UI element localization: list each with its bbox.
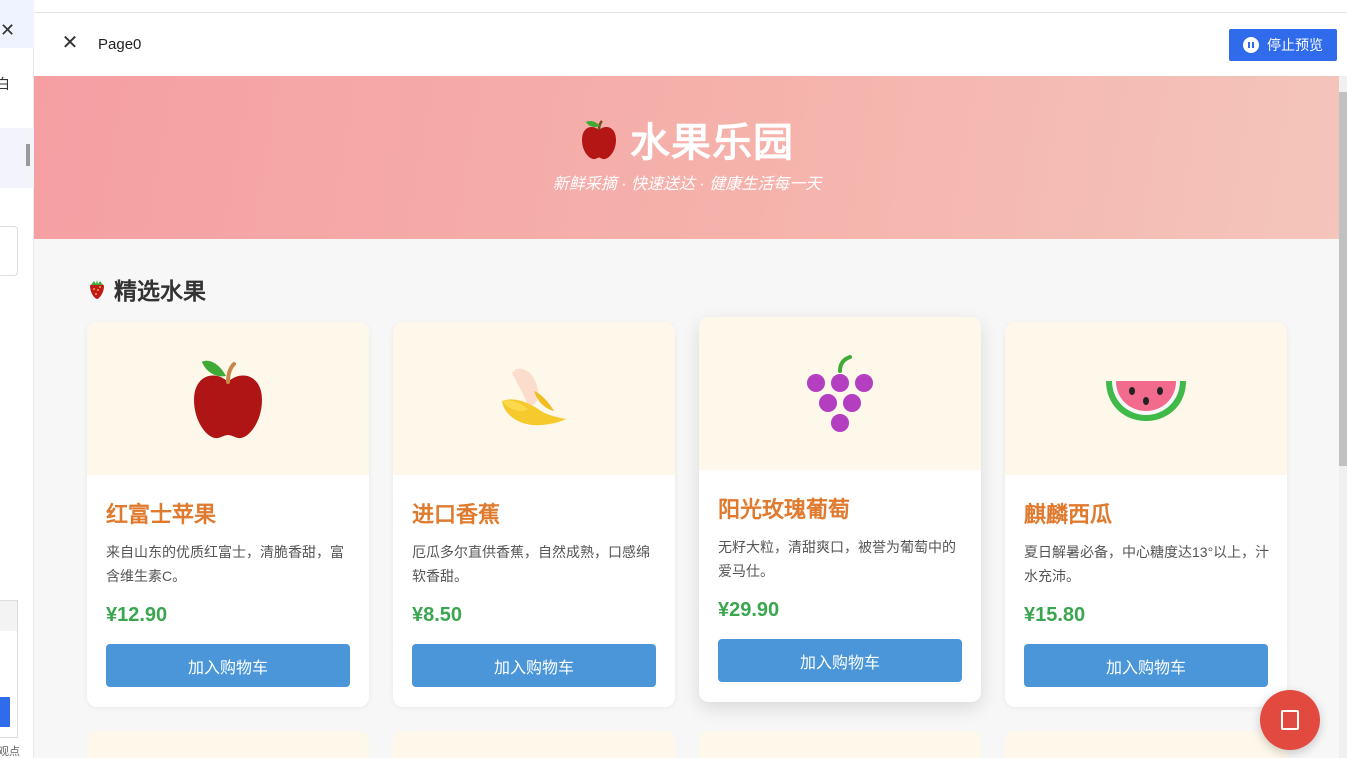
hero-banner: 水果乐园 新鲜采摘 · 快速送达 · 健康生活每一天 <box>34 76 1340 239</box>
background-editor-panel: ✕ 白 观点 <box>0 0 34 758</box>
background-input-box <box>0 226 18 276</box>
section-title: 精选水果 <box>114 278 206 304</box>
hero-subtitle: 新鲜采摘 · 快速送达 · 健康生活每一天 <box>552 176 822 193</box>
pause-icon <box>1243 37 1259 53</box>
cart-fab-button[interactable] <box>1260 690 1320 750</box>
preview-window: ✕ Page0 停止预览 水果乐园 新鲜采摘 · 快速送达 · 健康生活每一天 <box>34 12 1347 758</box>
watermelon-icon <box>1106 380 1186 421</box>
product-card: 进口香蕉 厄瓜多尔直供香蕉，自然成熟，口感绵软香甜。 ¥8.50 加入购物车 <box>393 322 675 707</box>
background-selected-block <box>0 128 34 188</box>
product-card: 红富士苹果 来自山东的优质红富士，清脆香甜，富含维生素C。 ¥12.90 加入购… <box>87 322 369 707</box>
product-description: 无籽大粒，清甜爽口，被誉为葡萄中的爱马仕。 <box>718 539 956 579</box>
background-bottom-text: 观点 <box>0 746 20 758</box>
stop-preview-button[interactable]: 停止预览 <box>1229 29 1337 61</box>
apple-icon <box>194 360 262 438</box>
hero-title-row: 水果乐园 <box>34 110 1340 168</box>
product-name: 进口香蕉 <box>412 502 501 527</box>
product-price: ¥8.50 <box>412 604 463 626</box>
strawberry-icon <box>90 280 104 299</box>
product-name: 麒麟西瓜 <box>1024 502 1113 527</box>
product-card: 阳光玫瑰葡萄 无籽大粒，清甜爽口，被誉为葡萄中的爱马仕。 ¥29.90 加入购物… <box>699 317 981 702</box>
product-card-partial <box>87 731 369 758</box>
add-to-cart-button[interactable]: 加入购物车 <box>106 644 350 687</box>
background-blue-button[interactable] <box>0 697 10 727</box>
preview-toolbar: ✕ Page0 停止预览 <box>34 13 1347 76</box>
background-close-icon[interactable]: ✕ <box>0 20 15 40</box>
product-description: 厄瓜多尔直供香蕉，自然成熟，口感绵软香甜。 <box>412 544 650 584</box>
product-image <box>87 322 369 475</box>
product-price: ¥29.90 <box>718 599 780 621</box>
scrollbar[interactable] <box>1339 76 1347 758</box>
banana-icon <box>502 368 566 425</box>
product-price: ¥15.80 <box>1024 604 1086 626</box>
apple-icon <box>582 120 616 160</box>
product-name: 红富士苹果 <box>106 502 217 527</box>
add-to-cart-button[interactable]: 加入购物车 <box>1024 644 1268 687</box>
product-image <box>393 322 675 475</box>
product-price: ¥12.90 <box>106 604 168 626</box>
product-description: 夏日解暑必备，中心糖度达13°以上，汁水充沛。 <box>1024 544 1270 584</box>
add-to-cart-button[interactable]: 加入购物车 <box>412 644 656 687</box>
close-preview-icon[interactable]: ✕ <box>60 33 80 53</box>
section-header: 精选水果 <box>88 272 206 306</box>
product-card: 麒麟西瓜 夏日解暑必备，中心糖度达13°以上，汁水充沛。 ¥15.80 加入购物… <box>1005 322 1287 707</box>
product-card-partial <box>699 731 981 758</box>
product-card-partial <box>1005 731 1287 758</box>
product-name: 阳光玫瑰葡萄 <box>718 497 851 522</box>
add-to-cart-button[interactable]: 加入购物车 <box>718 639 962 682</box>
product-image <box>699 317 981 470</box>
scrollbar-thumb[interactable] <box>1339 92 1347 466</box>
product-image <box>1005 322 1287 475</box>
page-name: Page0 <box>98 36 142 53</box>
cart-icon <box>1281 710 1299 730</box>
background-side-text: 白 <box>0 76 10 92</box>
stop-preview-label: 停止预览 <box>1267 37 1323 53</box>
page-viewport: 水果乐园 新鲜采摘 · 快速送达 · 健康生活每一天 精选水果 红富士苹果 来自… <box>34 76 1347 758</box>
product-description: 来自山东的优质红富士，清脆香甜，富含维生素C。 <box>106 544 344 584</box>
hero-title: 水果乐园 <box>630 121 794 165</box>
grapes-icon <box>807 354 873 432</box>
product-card-partial <box>393 731 675 758</box>
